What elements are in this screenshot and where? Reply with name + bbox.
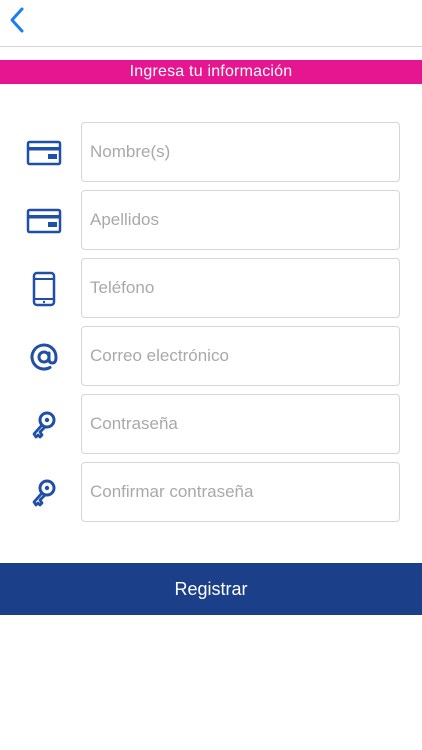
id-card-icon <box>24 136 64 170</box>
form-row-email <box>0 326 422 388</box>
section-banner: Ingresa tu información <box>0 60 422 84</box>
key-icon <box>24 408 64 442</box>
email-field[interactable] <box>81 326 400 386</box>
at-sign-icon <box>24 340 64 374</box>
password-field[interactable] <box>81 394 400 454</box>
phone-field[interactable] <box>81 258 400 318</box>
form-row-last-name <box>0 190 422 252</box>
form-row-phone <box>0 258 422 320</box>
confirm-password-field[interactable] <box>81 462 400 522</box>
smartphone-icon <box>24 271 64 307</box>
register-button-label: Registrar <box>174 578 248 599</box>
form-row-confirm-password <box>0 462 422 524</box>
chevron-left-icon <box>9 6 25 34</box>
first-name-field[interactable] <box>81 122 400 182</box>
form-row-first-name <box>0 122 422 184</box>
register-button[interactable]: Registrar <box>0 563 422 615</box>
key-icon <box>24 476 64 510</box>
id-card-icon <box>24 204 64 238</box>
back-button[interactable] <box>2 4 32 36</box>
banner-title: Ingresa tu información <box>129 63 293 80</box>
navigation-bar <box>0 0 422 47</box>
last-name-field[interactable] <box>81 190 400 250</box>
registration-screen: Ingresa tu información Nombre(s) Apellid… <box>0 0 422 750</box>
form-row-password <box>0 394 422 456</box>
